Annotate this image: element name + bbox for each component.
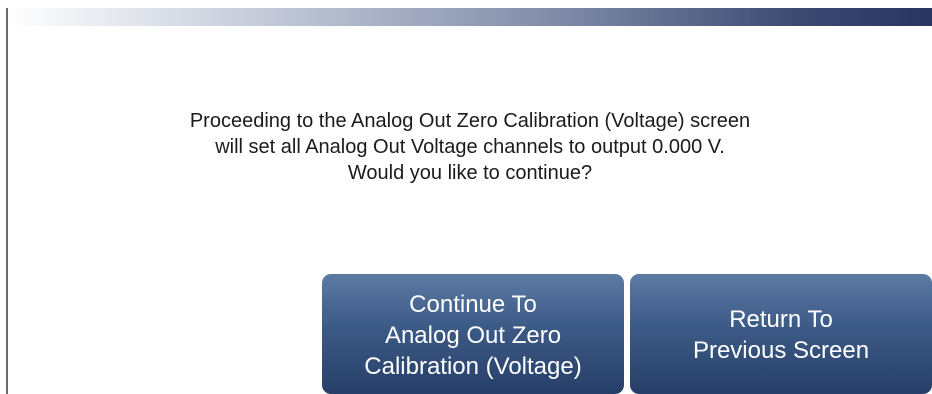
continue-to-analog-out-zero-calibration-button[interactable]: Continue To Analog Out Zero Calibration … bbox=[322, 274, 624, 394]
continue-button-label-line-3: Calibration (Voltage) bbox=[364, 352, 582, 380]
return-to-previous-screen-button[interactable]: Return To Previous Screen bbox=[630, 274, 932, 394]
window-left-border bbox=[6, 8, 8, 394]
message-line-3: Would you like to continue? bbox=[347, 162, 593, 184]
return-button-label-line-1: Return To bbox=[729, 306, 833, 333]
continue-button-label-line-2: Analog Out Zero bbox=[384, 321, 562, 349]
message-line-1: Proceeding to the Analog Out Zero Calibr… bbox=[189, 110, 751, 132]
title-bar bbox=[8, 8, 932, 26]
continue-button-label-line-1: Continue To bbox=[409, 290, 537, 318]
message-line-2: will set all Analog Out Voltage channels… bbox=[215, 136, 725, 158]
return-button-label-line-2: Previous Screen bbox=[692, 337, 870, 364]
confirmation-message: Proceeding to the Analog Out Zero Calibr… bbox=[8, 108, 932, 186]
